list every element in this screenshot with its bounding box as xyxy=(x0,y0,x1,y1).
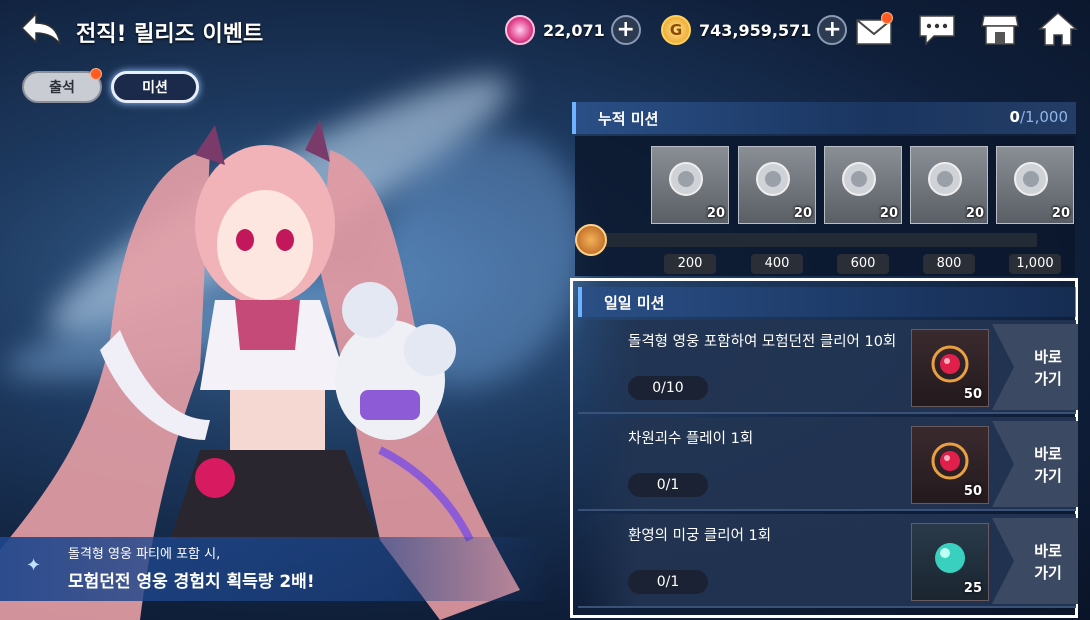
tab-mission[interactable]: 미션 xyxy=(111,71,199,103)
reward-count: 50 xyxy=(963,387,982,402)
red-gem-icon xyxy=(931,345,969,383)
cumulative-reward-slot[interactable]: 20 xyxy=(824,146,902,224)
milestone-label: 200 xyxy=(664,254,716,274)
reward-count: 50 xyxy=(963,484,982,499)
red-gem-icon xyxy=(931,442,969,480)
silver-emblem-icon xyxy=(1014,162,1048,196)
mission-reward-slot[interactable]: 50 xyxy=(911,329,989,407)
gem-icon xyxy=(505,15,535,45)
cumulative-progress-current: 0 xyxy=(1009,108,1020,126)
gem-currency: 22,071 + xyxy=(505,12,641,48)
home-icon xyxy=(1038,11,1078,46)
promo-banner: ✦ 돌격형 영웅 파티에 포함 시, 모험던전 영웅 경험치 획득량 2배! xyxy=(0,537,556,601)
daily-mission-title: 일일 미션 xyxy=(604,294,665,312)
home-button[interactable] xyxy=(1038,10,1078,48)
mission-progress: 0/1 xyxy=(628,570,708,594)
mission-reward-slot[interactable]: 50 xyxy=(911,426,989,504)
attendance-notification-dot xyxy=(90,68,102,80)
reward-count: 20 xyxy=(706,206,725,221)
promo-line-1: 돌격형 영웅 파티에 포함 시, xyxy=(68,547,221,562)
reward-count: 20 xyxy=(793,206,812,221)
silver-emblem-icon xyxy=(669,162,703,196)
cumulative-reward-slot[interactable]: 20 xyxy=(738,146,816,224)
gold-coin-icon: G xyxy=(661,15,691,45)
gold-currency: G 743,959,571 + xyxy=(661,12,848,48)
blue-orb-icon xyxy=(935,543,965,573)
reward-count: 25 xyxy=(963,581,982,596)
back-arrow-icon[interactable] xyxy=(18,10,64,48)
cumulative-progress-total: 1,000 xyxy=(1025,108,1068,126)
mail-button[interactable] xyxy=(855,10,895,48)
silver-emblem-icon xyxy=(842,162,876,196)
reward-count: 20 xyxy=(1051,206,1070,221)
go-now-label: 바로 가기 xyxy=(1034,542,1062,582)
cumulative-reward-slot[interactable]: 20 xyxy=(996,146,1074,224)
gold-amount: 743,959,571 xyxy=(699,20,812,40)
mission-description: 환영의 미궁 클리어 1회 xyxy=(628,528,772,544)
silver-emblem-icon xyxy=(928,162,962,196)
sparkle-icon: ✦ xyxy=(26,555,42,576)
page-title: 전직! 릴리즈 이벤트 xyxy=(76,22,264,47)
cumulative-reward-slot[interactable]: 20 xyxy=(910,146,988,224)
daily-mission-row: 환영의 미궁 클리어 1회 0/1 25 바로 가기 xyxy=(578,514,1078,608)
top-bar: 전직! 릴리즈 이벤트 22,071 + G 743,959,571 + xyxy=(0,0,1090,62)
go-now-label: 바로 가기 xyxy=(1034,348,1062,388)
mission-progress: 0/10 xyxy=(628,376,708,400)
mission-reward-slot[interactable]: 25 xyxy=(911,523,989,601)
milestone-label: 400 xyxy=(751,254,803,274)
shop-icon xyxy=(981,15,1019,45)
shop-button[interactable] xyxy=(980,10,1020,48)
cumulative-rewards-panel: 20 20 20 20 20 200 400 600 800 1,000 xyxy=(575,136,1075,276)
mail-notification-dot xyxy=(881,12,893,24)
add-gold-button[interactable]: + xyxy=(817,15,848,45)
cumulative-mission-header: 누적 미션 0/1,000 xyxy=(572,102,1076,134)
mission-description: 돌격형 영웅 포함하여 모험던전 클리어 10회 xyxy=(628,334,897,350)
promo-line-2: 모험던전 영웅 경험치 획득량 2배! xyxy=(68,572,315,592)
gem-amount: 22,071 xyxy=(543,20,605,40)
medal-icon xyxy=(575,224,607,256)
go-now-button[interactable]: 바로 가기 xyxy=(992,421,1078,507)
daily-mission-row: 차원괴수 플레이 1회 0/1 50 바로 가기 xyxy=(578,417,1078,511)
cumulative-reward-slot[interactable]: 20 xyxy=(651,146,729,224)
reward-count: 20 xyxy=(965,206,984,221)
daily-mission-row: 돌격형 영웅 포함하여 모험던전 클리어 10회 0/10 50 바로 가기 xyxy=(578,320,1078,414)
daily-mission-header: 일일 미션 xyxy=(578,287,1076,317)
go-now-button[interactable]: 바로 가기 xyxy=(992,518,1078,604)
mission-progress: 0/1 xyxy=(628,473,708,497)
cumulative-progress: 0/1,000 xyxy=(1009,108,1068,126)
milestone-label: 1,000 xyxy=(1009,254,1061,274)
reward-count: 20 xyxy=(879,206,898,221)
chat-icon xyxy=(919,15,955,46)
silver-emblem-icon xyxy=(756,162,790,196)
cumulative-mission-title: 누적 미션 xyxy=(598,110,659,128)
chat-button[interactable] xyxy=(918,10,958,48)
go-now-label: 바로 가기 xyxy=(1034,445,1062,485)
milestone-label: 600 xyxy=(837,254,889,274)
mission-description: 차원괴수 플레이 1회 xyxy=(628,431,754,447)
go-now-button[interactable]: 바로 가기 xyxy=(992,324,1078,410)
daily-mission-panel: 일일 미션 돌격형 영웅 포함하여 모험던전 클리어 10회 0/10 50 바… xyxy=(570,278,1078,618)
milestone-label: 800 xyxy=(923,254,975,274)
cumulative-progress-bar xyxy=(605,233,1037,247)
add-gem-button[interactable]: + xyxy=(610,15,641,45)
